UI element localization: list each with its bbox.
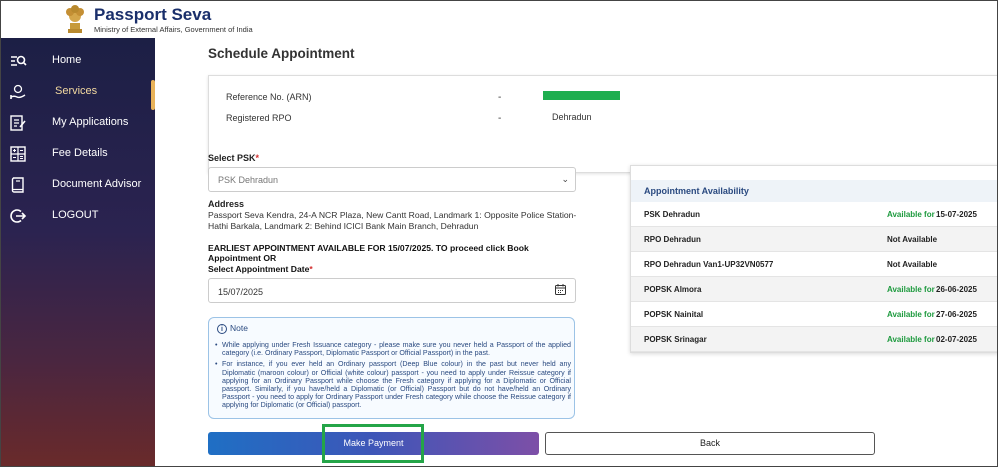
sidebar: Home Services My Applications Fee Detail…: [1, 38, 155, 466]
rpo-value: Dehradun: [552, 112, 592, 122]
availability-heading: Appointment Availability: [631, 180, 997, 202]
sidebar-item-services[interactable]: Services: [1, 78, 155, 110]
app-window: Passport Seva Ministry of External Affai…: [0, 0, 998, 467]
availability-status: Available for: [887, 335, 935, 344]
sidebar-item-my-applications[interactable]: My Applications: [1, 109, 155, 137]
sidebar-item-fee-details[interactable]: Fee Details: [1, 140, 155, 168]
sidebar-item-home[interactable]: Home: [1, 47, 155, 75]
info-icon: i: [217, 324, 227, 334]
psk-select[interactable]: PSK Dehradun ⌄: [208, 167, 576, 192]
header: Passport Seva Ministry of External Affai…: [1, 1, 997, 38]
availability-row[interactable]: POPSK Srinagar Available for 02-07-2025: [631, 327, 997, 352]
availability-row[interactable]: POPSK Almora Available for 26-06-2025: [631, 277, 997, 302]
availability-row[interactable]: POPSK Nainital Available for 27-06-2025: [631, 302, 997, 327]
sidebar-item-label: My Applications: [52, 116, 129, 128]
appointment-date-input[interactable]: 15/07/2025: [208, 278, 576, 303]
availability-status: Not Available: [887, 260, 938, 269]
edit-document-icon: [10, 115, 26, 131]
chevron-down-icon: ⌄: [561, 174, 569, 184]
sidebar-item-label: Fee Details: [52, 147, 108, 159]
sidebar-item-logout[interactable]: LOGOUT: [1, 202, 155, 230]
address-text: Passport Seva Kendra, 24-A NCR Plaza, Ne…: [208, 210, 577, 231]
appointment-date-label: Select Appointment Date*: [208, 264, 313, 274]
back-button[interactable]: Back: [545, 432, 875, 455]
center-name: POPSK Srinagar: [644, 335, 707, 344]
availability-date: 27-06-2025: [936, 310, 977, 319]
calculator-icon: [10, 146, 26, 162]
date-value: 15/07/2025: [218, 287, 264, 297]
note-item: For instance, if you ever held an Ordina…: [215, 360, 571, 409]
psk-label: Select PSK*: [208, 153, 260, 163]
note-item: While applying under Fresh Issuance cate…: [215, 341, 571, 357]
availability-status: Available for: [887, 210, 935, 219]
calendar-icon[interactable]: [555, 284, 566, 295]
availability-row[interactable]: PSK Dehradun Available for 15-07-2025: [631, 202, 997, 227]
arn-label: Reference No. (ARN): [226, 92, 312, 102]
note-box: iNote While applying under Fresh Issuanc…: [208, 317, 575, 419]
sidebar-item-label: Home: [52, 54, 82, 66]
center-name: POPSK Almora: [644, 285, 702, 294]
page-title: Schedule Appointment: [208, 46, 355, 61]
availability-date: 26-06-2025: [936, 285, 977, 294]
note-heading: i Note: [217, 323, 248, 334]
center-name: POPSK Nainital: [644, 310, 704, 319]
center-name: PSK Dehradun: [644, 210, 701, 219]
availability-status: Available for: [887, 285, 935, 294]
separator-dash: -: [498, 113, 502, 124]
availability-row[interactable]: RPO Dehradun Van1-UP32VN0577 Not Availab…: [631, 252, 997, 277]
brand-title[interactable]: Passport Seva: [94, 5, 211, 25]
highlight-box: [322, 424, 424, 463]
center-name: RPO Dehradun: [644, 235, 701, 244]
psk-selected-value: PSK Dehradun: [218, 175, 279, 185]
availability-row[interactable]: RPO Dehradun Not Available: [631, 227, 997, 252]
availability-date: 02-07-2025: [936, 335, 977, 344]
application-info-card: Reference No. (ARN) - Registered RPO - D…: [208, 75, 997, 173]
availability-status: Not Available: [887, 235, 938, 244]
services-hand-icon: [10, 84, 26, 99]
availability-status: Available for: [887, 310, 935, 319]
earliest-appointment-text: EARLIEST APPOINTMENT AVAILABLE FOR 15/07…: [208, 243, 529, 263]
note-list: While applying under Fresh Issuance cate…: [215, 341, 571, 413]
separator-dash: -: [498, 92, 502, 103]
search-list-icon: [11, 55, 27, 66]
rpo-label: Registered RPO: [226, 113, 292, 123]
logout-icon: [10, 209, 27, 223]
address-heading: Address: [208, 199, 245, 209]
brand-subtitle: Ministry of External Affairs, Government…: [94, 25, 253, 34]
availability-date: 15-07-2025: [936, 210, 977, 219]
sidebar-item-label: Services: [55, 85, 98, 97]
appointment-availability-panel: Appointment Availability PSK Dehradun Av…: [630, 165, 997, 353]
book-icon: [11, 177, 24, 193]
arn-redacted-value: [543, 91, 620, 100]
sidebar-item-document-advisor[interactable]: Document Advisor: [1, 171, 155, 199]
main-content: Schedule Appointment Reference No. (ARN)…: [155, 38, 997, 466]
sidebar-item-label: Document Advisor: [52, 178, 142, 190]
national-emblem-icon: [66, 5, 84, 33]
center-name: RPO Dehradun Van1-UP32VN0577: [644, 260, 774, 269]
sidebar-item-label: LOGOUT: [52, 209, 99, 221]
